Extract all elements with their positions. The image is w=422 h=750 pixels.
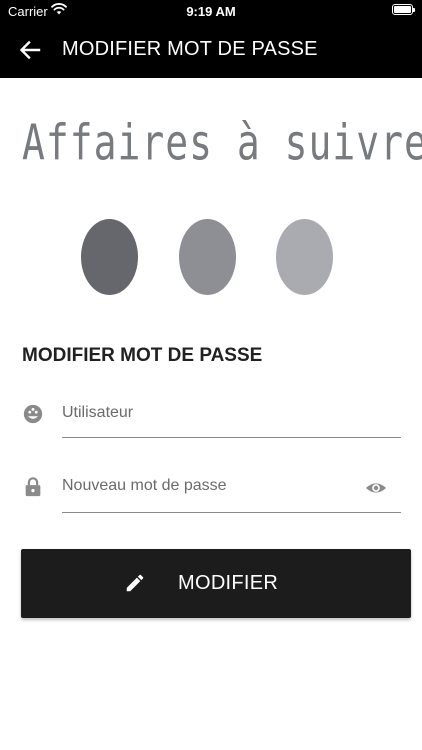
username-underline [62, 437, 401, 438]
modify-button-label: MODIFIER [178, 572, 279, 594]
eye-icon[interactable] [364, 477, 388, 499]
status-bar: Carrier 9:19 AM [0, 0, 422, 22]
lock-icon [25, 477, 41, 497]
clock: 9:19 AM [186, 4, 236, 19]
logo-dot-medium [179, 219, 236, 295]
pencil-icon [126, 574, 144, 592]
password-underline [62, 512, 401, 513]
battery-icon [392, 4, 413, 15]
arrow-left-icon[interactable] [16, 36, 44, 64]
modify-button[interactable]: MODIFIER [21, 549, 411, 618]
header: Carrier 9:19 AM MODIFIER MOT DE PASSE [0, 0, 422, 78]
user-badge-icon [23, 404, 43, 424]
new-password-field[interactable] [62, 470, 401, 502]
app-bar: MODIFIER MOT DE PASSE [0, 22, 422, 78]
logo: Affaires à suivre [22, 114, 422, 171]
username-field[interactable] [62, 397, 401, 429]
logo-dot-light [276, 219, 333, 295]
form-title: MODIFIER MOT DE PASSE [22, 345, 263, 366]
battery-tip [413, 8, 415, 12]
logo-text: Affaires à suivre [22, 114, 422, 172]
logo-dot-dark [81, 219, 138, 295]
page-title: MODIFIER MOT DE PASSE [62, 38, 318, 60]
